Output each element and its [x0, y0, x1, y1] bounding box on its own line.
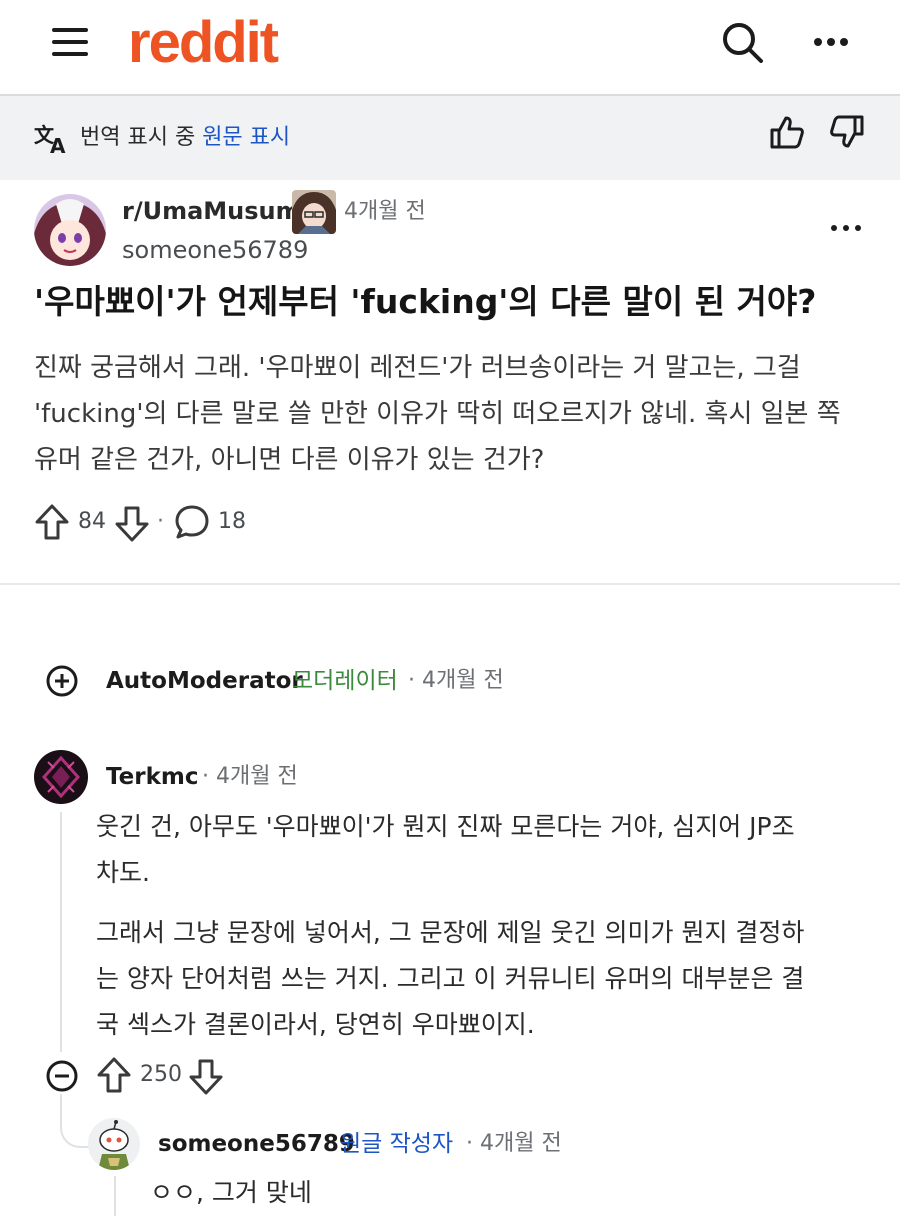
expand-icon[interactable]	[44, 663, 80, 703]
commenter-avatar[interactable]	[34, 750, 88, 804]
collapse-icon[interactable]	[44, 1058, 80, 1098]
post-body-line: 'fucking'의 다른 말로 쓸 만한 이유가 딱히 떠오르지가 않네. 혹…	[34, 399, 841, 429]
upvote-icon[interactable]	[34, 503, 70, 545]
section-divider	[0, 583, 900, 585]
thread-line[interactable]	[114, 1176, 116, 1216]
post-body-line: 유머 같은 건가, 아니면 다른 이유가 있는 건가?	[34, 445, 545, 475]
post-comment-count: 18	[218, 509, 246, 534]
comment-line: 차도.	[96, 858, 150, 887]
translation-status-label: 번역 표시 중	[80, 125, 196, 150]
subreddit-avatar[interactable]	[34, 194, 106, 266]
comment-line: 웃긴 건, 아무도 '우마뾰이'가 뭔지 진짜 모른다는 거야, 심지어 JP조	[96, 812, 795, 841]
separator-dot: ·	[157, 509, 164, 534]
upvote-icon[interactable]	[96, 1056, 132, 1098]
post-body-line: 진짜 궁금해서 그래. '우마뾰이 레전드'가 러브송이라는 거 말고는, 그걸	[34, 353, 801, 383]
comment-icon[interactable]	[174, 504, 210, 544]
translate-icon: 文 A	[34, 120, 70, 160]
comment-line: 그래서 그냥 문장에 넣어서, 그 문장에 제일 웃긴 의미가 뭔지 결정하	[96, 918, 805, 947]
svg-text:A: A	[50, 134, 66, 156]
reddit-logo[interactable]: reddit	[128, 8, 279, 78]
post-vote-count: 84	[78, 509, 106, 534]
comment-line: 국 섹스가 결론이라서, 당연히 우마뾰이지.	[96, 1010, 535, 1039]
comment-author[interactable]: someone56789	[158, 1128, 355, 1160]
reply-avatar[interactable]	[88, 1118, 140, 1170]
subreddit-name[interactable]: r/UmaMusume	[122, 194, 317, 228]
moderator-badge: 모더레이터	[292, 668, 398, 694]
comment-vote-count: 250	[140, 1062, 182, 1087]
downvote-icon[interactable]	[188, 1058, 224, 1100]
reply-connector	[60, 1094, 90, 1148]
thread-line[interactable]	[60, 812, 62, 1052]
hamburger-icon[interactable]	[52, 26, 88, 58]
thumbs-down-icon[interactable]	[828, 112, 868, 156]
post-more-icon[interactable]	[826, 208, 866, 248]
post-author[interactable]: someone56789	[122, 234, 308, 266]
comment-body: ㅇㅇ, 그거 맞네	[150, 1178, 312, 1207]
comment-time: · 4개월 전	[408, 668, 504, 693]
comment-time: · 4개월 전	[466, 1131, 562, 1156]
op-badge: 원글 작성자	[340, 1131, 454, 1157]
downvote-icon[interactable]	[114, 505, 150, 547]
thumbs-up-icon[interactable]	[766, 112, 806, 156]
show-original-link[interactable]: 원문 표시	[202, 125, 290, 150]
subreddit-flair-image	[292, 190, 336, 234]
post-title[interactable]: '우마뾰이'가 언제부터 'fucking'의 다른 말이 된 거야?	[34, 276, 874, 328]
post-time: 4개월 전	[344, 199, 426, 224]
post-body: 진짜 궁금해서 그래. '우마뾰이 레전드'가 러브송이라는 거 말고는, 그걸…	[34, 345, 874, 483]
translation-status: 번역 표시 중 원문 표시	[80, 122, 290, 154]
comment-author[interactable]: Terkmc	[106, 761, 198, 793]
search-icon[interactable]	[718, 18, 766, 66]
comment-time: · 4개월 전	[202, 764, 298, 789]
comment-author[interactable]: AutoModerator	[106, 665, 303, 697]
comment-body: 웃긴 건, 아무도 '우마뾰이'가 뭔지 진짜 모른다는 거야, 심지어 JP조…	[96, 804, 866, 1048]
comment-line: 는 양자 단어처럼 쓰는 거지. 그리고 이 커뮤니티 유머의 대부분은 결	[96, 964, 805, 993]
more-horizontal-icon[interactable]	[808, 18, 856, 66]
